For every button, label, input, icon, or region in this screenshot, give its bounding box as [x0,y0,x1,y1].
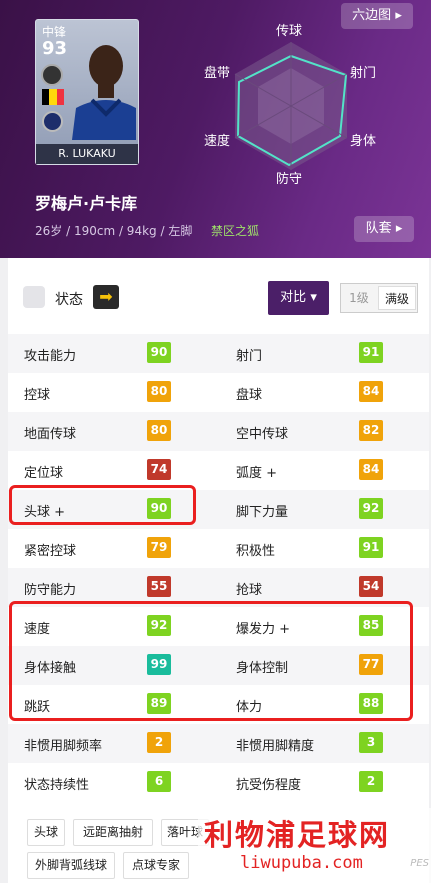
club-badge-icon [41,64,63,86]
stat-row: 控球 80 盘球 84 [8,373,429,412]
stat-value-right: 91 [359,537,383,558]
stat-name-right: 积极性 [236,544,276,559]
compare-button[interactable]: 对比 ▾ [268,281,329,315]
player-photo [72,45,136,140]
highlight-box-physical [9,601,413,721]
stat-row: 攻击能力 90 射门 91 [8,334,429,373]
stat-name-right: 空中传球 [236,427,289,442]
caret-down-icon: ▾ [310,290,317,305]
level-toggle: 1级 满级 [340,283,418,313]
team-kit-button[interactable]: 队套 ▸ [354,216,414,242]
stat-value-right: 84 [359,381,383,402]
player-name: 罗梅卢·卢卡库 [35,194,138,213]
highlight-box-heading [9,485,196,525]
condition-arrow-icon: ➡ [93,285,119,309]
stat-value-right: 82 [359,420,383,441]
stat-name-left: 攻击能力 [24,349,77,364]
watermark-url: liwupuba.com [240,853,363,873]
stat-value-left: 80 [147,420,171,441]
status-row: 状态 ➡ 对比 ▾ 1级 满级 [8,258,429,334]
stat-row: 非惯用脚频率 2 非惯用脚精度 3 [8,724,429,763]
stat-value-left: 79 [147,537,171,558]
radar-label-physical: 身体 [350,134,377,149]
stat-value-right: 84 [359,459,383,480]
stat-value-right: 3 [359,732,383,753]
stat-name-right: 抢球 [236,583,263,598]
stat-name-right: 弧度 + [236,466,278,481]
stats-panel: 状态 ➡ 对比 ▾ 1级 满级 攻击能力 90 射门 91 控球 80 盘球 84 地面传球 80… [8,258,429,883]
radar-label-defense: 防守 [276,172,303,187]
stat-name-left: 地面传球 [24,427,77,442]
stat-name-right: 盘球 [236,388,263,403]
level-max-option[interactable]: 满级 [378,286,416,310]
stat-value-left: 90 [147,342,171,363]
stat-value-left: 2 [147,732,171,753]
stat-value-left: 80 [147,381,171,402]
site-watermark: 利物浦足球网 liwupuba.com PES [198,808,431,883]
skill-tag[interactable]: 远距离抽射 [73,819,153,846]
radar-graphic [234,42,348,170]
stat-row: 紧密控球 79 积极性 91 [8,529,429,568]
hexagon-radar-chart: 传球 射门 身体 防守 速度 盘带 [190,18,390,190]
player-nickname[interactable]: 禁区之狐 [211,222,259,239]
player-header: 中锋 93 R. LUKAKU 六边图 ▸ 传球 射门 身体 防守 速度 盘带 … [0,0,431,258]
radar-label-speed: 速度 [204,134,231,149]
level-1-option[interactable]: 1级 [341,284,377,312]
watermark-title: 利物浦足球网 [204,818,391,852]
radar-label-passing: 传球 [276,24,303,39]
radar-label-shooting: 射门 [350,66,377,81]
belgium-flag-icon [42,89,64,105]
team-kit-label: 队套 [365,221,392,236]
skill-tag[interactable]: 头球 [27,819,65,846]
chevron-right-icon: ▸ [395,8,402,23]
stat-row: 地面传球 80 空中传球 82 [8,412,429,451]
status-label: 状态 [55,292,83,308]
stat-name-left: 定位球 [24,466,64,481]
watermark-corner: PES [410,858,429,869]
stat-name-left: 状态持续性 [24,778,90,793]
stat-name-left: 紧密控球 [24,544,77,559]
player-info: 26岁 / 190cm / 94kg / 左脚 [35,224,193,238]
stat-name-right: 抗受伤程度 [236,778,302,793]
stat-value-left: 6 [147,771,171,792]
chevron-right-icon: ▸ [395,221,403,236]
stat-name-right: 射门 [236,349,263,364]
stat-row: 状态持续性 6 抗受伤程度 2 [8,763,429,802]
stat-name-left: 防守能力 [24,583,77,598]
inter-badge-icon [42,111,63,132]
skill-tag[interactable]: 点球专家 [123,852,189,879]
card-overall: 93 [42,38,68,59]
stat-value-right: 2 [359,771,383,792]
stat-name-right: 非惯用脚精度 [236,739,315,754]
stat-name-left: 非惯用脚频率 [24,739,103,754]
skill-tag[interactable]: 外脚背弧线球 [27,852,115,879]
card-player-name: R. LUKAKU [36,144,138,164]
player-card: 中锋 93 R. LUKAKU [35,19,139,165]
radar-label-dribbling: 盘带 [204,66,231,81]
stat-name-left: 控球 [24,388,51,403]
stat-name-right: 脚下力量 [236,505,289,520]
stat-value-left: 55 [147,576,171,597]
stat-value-right: 91 [359,342,383,363]
compare-label: 对比 [280,290,307,305]
stat-value-right: 92 [359,498,383,519]
player-detail-screen: 中锋 93 R. LUKAKU 六边图 ▸ 传球 射门 身体 防守 速度 盘带 … [0,0,431,883]
stat-value-right: 54 [359,576,383,597]
shirt-icon [23,286,45,308]
stat-value-left: 74 [147,459,171,480]
